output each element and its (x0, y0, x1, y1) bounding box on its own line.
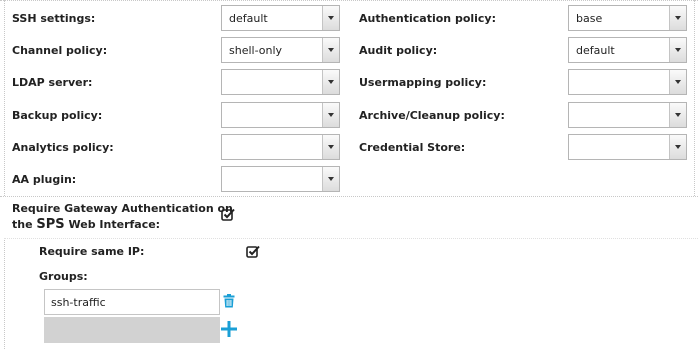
chevron-down-icon[interactable] (322, 167, 339, 191)
gateway-auth-label: Require Gateway Authentication on the SP… (12, 202, 233, 232)
authentication-policy-select[interactable]: base (568, 5, 687, 31)
gateway-auth-label-sps: SPS (36, 217, 65, 232)
checkbox-checked-icon[interactable] (246, 244, 260, 258)
analytics-policy-label: Analytics policy: (12, 141, 114, 154)
credential-store-label: Credential Store: (359, 141, 466, 154)
chevron-down-icon[interactable] (322, 38, 339, 62)
new-group-field[interactable] (44, 317, 220, 343)
audit-policy-select[interactable]: default (568, 37, 687, 63)
backup-policy-select[interactable] (221, 102, 340, 128)
authentication-policy-value: base (576, 12, 603, 25)
ldap-server-select[interactable] (221, 69, 340, 95)
ssh-settings-value: default (229, 12, 268, 25)
ldap-server-label: LDAP server: (12, 76, 93, 89)
chevron-down-icon[interactable] (322, 70, 339, 94)
backup-policy-label: Backup policy: (12, 109, 103, 122)
plus-icon[interactable] (221, 321, 237, 337)
chevron-down-icon[interactable] (322, 6, 339, 30)
channel-policy-label: Channel policy: (12, 44, 108, 57)
gateway-auth-label-tail: Web Interface: (68, 218, 161, 231)
chevron-down-icon[interactable] (669, 6, 686, 30)
audit-policy-label: Audit policy: (359, 44, 438, 57)
gateway-auth-label-line2: the SPS Web Interface: (12, 217, 233, 232)
chevron-down-icon[interactable] (669, 103, 686, 127)
groups-label: Groups: (39, 270, 88, 283)
usermapping-policy-label: Usermapping policy: (359, 76, 487, 89)
aa-plugin-label: AA plugin: (12, 173, 77, 186)
group-value: ssh-traffic (51, 296, 106, 309)
group-field[interactable]: ssh-traffic (44, 289, 220, 315)
aa-plugin-select[interactable] (221, 166, 340, 192)
channel-policy-value: shell-only (229, 44, 283, 57)
analytics-policy-select[interactable] (221, 134, 340, 160)
ssh-settings-label: SSH settings: (12, 12, 96, 25)
checkbox-checked-icon[interactable] (221, 207, 235, 221)
trash-icon[interactable] (223, 294, 235, 308)
channel-policy-select[interactable]: shell-only (221, 37, 340, 63)
ssh-settings-select[interactable]: default (221, 5, 340, 31)
archive-cleanup-policy-select[interactable] (568, 102, 687, 128)
usermapping-policy-select[interactable] (568, 69, 687, 95)
gateway-auth-label-line1: Require Gateway Authentication on (12, 202, 233, 215)
chevron-down-icon[interactable] (669, 70, 686, 94)
chevron-down-icon[interactable] (322, 103, 339, 127)
archive-cleanup-policy-label: Archive/Cleanup policy: (359, 109, 505, 122)
chevron-down-icon[interactable] (669, 135, 686, 159)
chevron-down-icon[interactable] (322, 135, 339, 159)
authentication-policy-label: Authentication policy: (359, 12, 497, 25)
gateway-auth-label-the: the (12, 218, 33, 231)
chevron-down-icon[interactable] (669, 38, 686, 62)
audit-policy-value: default (576, 44, 615, 57)
credential-store-select[interactable] (568, 134, 687, 160)
require-same-ip-label: Require same IP: (39, 245, 145, 258)
